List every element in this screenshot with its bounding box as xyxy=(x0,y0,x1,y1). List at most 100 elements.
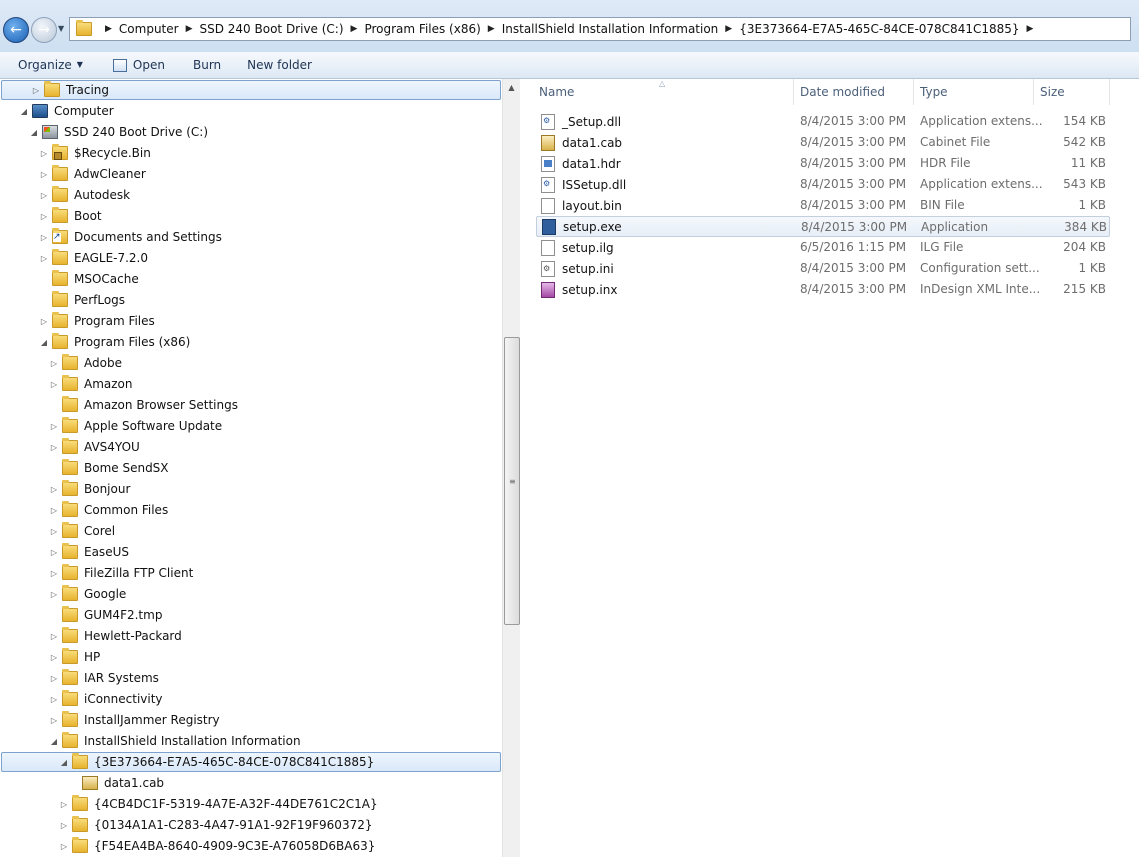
tree-item[interactable]: ▷ {F54EA4BA-8640-4909-9C3E-A76058D6BA63} xyxy=(58,836,375,856)
breadcrumb-item[interactable]: InstallShield Installation Information xyxy=(502,22,719,36)
expand-icon[interactable]: ▷ xyxy=(48,527,60,536)
scroll-up-icon[interactable]: ▲ xyxy=(503,79,520,96)
tree-item[interactable]: Amazon Browser Settings xyxy=(48,395,238,415)
chevron-right-icon[interactable]: ▶ xyxy=(186,24,193,34)
chevron-right-icon[interactable]: ▶ xyxy=(351,24,358,34)
file-list-pane[interactable]: Name △ Date modified Type Size _Setup.dl… xyxy=(521,79,1139,857)
tree-item[interactable]: ▷ InstallJammer Registry xyxy=(48,710,220,730)
expand-icon[interactable]: ▷ xyxy=(48,422,60,431)
expand-icon[interactable]: ▷ xyxy=(38,149,50,158)
tree-item[interactable]: ▷ {0134A1A1-C283-4A47-91A1-92F19F960372} xyxy=(58,815,372,835)
navigation-pane[interactable]: ▷ Tracing ◢ Computer ◢ SSD 240 Boot Driv… xyxy=(0,79,502,857)
breadcrumb-item[interactable]: {3E373664-E7A5-465C-84CE-078C841C1885} xyxy=(739,22,1019,36)
expand-icon[interactable]: ▷ xyxy=(38,317,50,326)
organize-button[interactable]: Organize ▼ xyxy=(9,54,92,76)
file-row[interactable]: _Setup.dll 8/4/2015 3:00 PM Application … xyxy=(536,111,1110,132)
tree-item[interactable]: ▷ HP xyxy=(48,647,100,667)
collapse-icon[interactable]: ◢ xyxy=(18,107,30,116)
new-folder-button[interactable]: New folder xyxy=(238,54,321,76)
file-row[interactable]: data1.cab 8/4/2015 3:00 PM Cabinet File … xyxy=(536,132,1110,153)
burn-button[interactable]: Burn xyxy=(184,54,230,76)
tree-item[interactable]: ▷ FileZilla FTP Client xyxy=(48,563,193,583)
back-button[interactable]: ← xyxy=(3,17,29,43)
tree-item[interactable]: PerfLogs xyxy=(38,290,125,310)
expand-icon[interactable]: ▷ xyxy=(48,653,60,662)
tree-item[interactable]: ▷ EAGLE-7.2.0 xyxy=(38,248,148,268)
forward-button[interactable]: → xyxy=(31,17,57,43)
file-row[interactable]: data1.hdr 8/4/2015 3:00 PM HDR File 11 K… xyxy=(536,153,1110,174)
tree-item[interactable]: ▷ Tracing xyxy=(1,80,501,100)
file-row[interactable]: setup.ini 8/4/2015 3:00 PM Configuration… xyxy=(536,258,1110,279)
tree-item[interactable]: ▷ Hewlett-Packard xyxy=(48,626,182,646)
tree-item[interactable]: ▷ Boot xyxy=(38,206,102,226)
file-row-selected[interactable]: setup.exe 8/4/2015 3:00 PM Application 3… xyxy=(536,216,1110,237)
expand-icon[interactable]: ▷ xyxy=(38,254,50,263)
breadcrumb-item[interactable]: Computer xyxy=(119,22,179,36)
tree-item[interactable]: ▷ $Recycle.Bin xyxy=(38,143,151,163)
tree-item[interactable]: ▷ Amazon xyxy=(48,374,133,394)
expand-icon[interactable]: ▷ xyxy=(38,191,50,200)
expand-icon[interactable]: ▷ xyxy=(48,380,60,389)
expand-icon[interactable]: ▷ xyxy=(58,821,70,830)
expand-icon[interactable]: ▷ xyxy=(48,359,60,368)
tree-item[interactable]: data1.cab xyxy=(68,773,164,793)
expand-icon[interactable]: ▷ xyxy=(38,212,50,221)
tree-item[interactable]: ▷ Corel xyxy=(48,521,115,541)
tree-item[interactable]: ▷ Common Files xyxy=(48,500,168,520)
column-header-type[interactable]: Type xyxy=(914,79,1034,105)
expand-icon[interactable]: ▷ xyxy=(48,443,60,452)
chevron-right-icon[interactable]: ▶ xyxy=(1027,24,1034,34)
file-row[interactable]: layout.bin 8/4/2015 3:00 PM BIN File 1 K… xyxy=(536,195,1110,216)
column-header-date[interactable]: Date modified xyxy=(794,79,914,105)
navigation-scrollbar[interactable]: ▲ ≡ xyxy=(502,79,520,857)
tree-item[interactable]: ▷ AVS4YOU xyxy=(48,437,140,457)
tree-item[interactable]: ▷ Google xyxy=(48,584,126,604)
tree-item[interactable]: ▷ Documents and Settings xyxy=(38,227,222,247)
expand-icon[interactable]: ▷ xyxy=(48,506,60,515)
expand-icon[interactable]: ▷ xyxy=(48,716,60,725)
tree-item[interactable]: ▷ AdwCleaner xyxy=(38,164,146,184)
tree-item[interactable]: ▷ Apple Software Update xyxy=(48,416,222,436)
expand-icon[interactable]: ▷ xyxy=(58,800,70,809)
expand-icon[interactable]: ▷ xyxy=(48,674,60,683)
tree-item[interactable]: ▷ Adobe xyxy=(48,353,122,373)
tree-item[interactable]: ▷ iConnectivity xyxy=(48,689,163,709)
collapse-icon[interactable]: ◢ xyxy=(58,758,70,767)
collapse-icon[interactable]: ◢ xyxy=(28,128,40,137)
chevron-right-icon[interactable]: ▶ xyxy=(105,24,112,34)
expand-icon[interactable]: ▷ xyxy=(48,485,60,494)
tree-item[interactable]: ▷ EaseUS xyxy=(48,542,129,562)
breadcrumb-item[interactable]: Program Files (x86) xyxy=(364,22,480,36)
tree-item[interactable]: GUM4F2.tmp xyxy=(48,605,162,625)
tree-item[interactable]: Bome SendSX xyxy=(48,458,169,478)
open-button[interactable]: Open xyxy=(104,54,174,76)
tree-item[interactable]: ▷ Bonjour xyxy=(48,479,130,499)
tree-item[interactable]: ▷ Program Files xyxy=(38,311,155,331)
collapse-icon[interactable]: ◢ xyxy=(48,737,60,746)
tree-item[interactable]: MSOCache xyxy=(38,269,139,289)
chevron-right-icon[interactable]: ▶ xyxy=(488,24,495,34)
column-header-size[interactable]: Size xyxy=(1034,79,1110,105)
tree-item[interactable]: ▷ IAR Systems xyxy=(48,668,159,688)
chevron-right-icon[interactable]: ▶ xyxy=(725,24,732,34)
expand-icon[interactable]: ▷ xyxy=(48,632,60,641)
expand-icon[interactable]: ▷ xyxy=(38,233,50,242)
expand-icon[interactable]: ▷ xyxy=(58,842,70,851)
expand-icon[interactable]: ▷ xyxy=(48,569,60,578)
tree-item[interactable]: ◢ Program Files (x86) xyxy=(38,332,190,352)
expand-icon[interactable]: ▷ xyxy=(48,695,60,704)
tree-item[interactable]: ◢ SSD 240 Boot Drive (C:) xyxy=(28,122,208,142)
tree-item[interactable]: ▷ {4CB4DC1F-5319-4A7E-A32F-44DE761C2C1A} xyxy=(58,794,378,814)
tree-item[interactable]: ◢ InstallShield Installation Information xyxy=(48,731,301,751)
collapse-icon[interactable]: ◢ xyxy=(38,338,50,347)
breadcrumb[interactable]: ▶ Computer ▶ SSD 240 Boot Drive (C:) ▶ P… xyxy=(69,17,1131,41)
expand-icon[interactable]: ▷ xyxy=(48,590,60,599)
expand-icon[interactable]: ▷ xyxy=(38,170,50,179)
file-row[interactable]: setup.inx 8/4/2015 3:00 PM InDesign XML … xyxy=(536,279,1110,300)
breadcrumb-item[interactable]: SSD 240 Boot Drive (C:) xyxy=(200,22,344,36)
recent-pages-dropdown[interactable]: ▼ xyxy=(58,24,64,33)
file-row[interactable]: setup.ilg 6/5/2016 1:15 PM ILG File 204 … xyxy=(536,237,1110,258)
expand-icon[interactable]: ▷ xyxy=(30,86,42,95)
tree-item[interactable]: ◢ Computer xyxy=(18,101,114,121)
file-row[interactable]: ISSetup.dll 8/4/2015 3:00 PM Application… xyxy=(536,174,1110,195)
